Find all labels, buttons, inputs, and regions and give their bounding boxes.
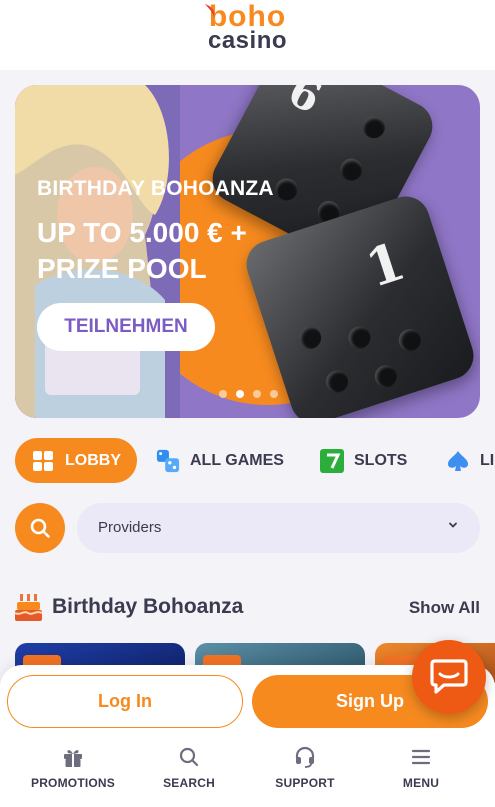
nav-support[interactable]: SUPPORT xyxy=(250,742,360,792)
banner-title: UP TO 5.000 € + PRIZE POOL xyxy=(37,217,247,284)
headset-icon xyxy=(295,746,315,768)
die-bottom-number: 1 xyxy=(358,230,413,301)
promo-banner[interactable]: 6 1 BIRTHDAY BOHOANZA UP TO 5.000 € + PR… xyxy=(15,85,480,418)
chevron-down-icon xyxy=(449,522,457,528)
die-top-number: 6 xyxy=(280,85,330,123)
nav-search[interactable]: SEARCH xyxy=(134,742,244,792)
nav-menu[interactable]: MENU xyxy=(366,742,476,792)
hamburger-icon xyxy=(411,749,431,765)
carousel-dot[interactable] xyxy=(253,390,261,398)
search-icon xyxy=(179,747,199,767)
carousel-dot-active[interactable] xyxy=(236,390,244,398)
tab-live-label: LI xyxy=(480,451,495,469)
section-title: Birthday Bohoanza xyxy=(52,595,244,618)
tab-slots[interactable]: SLOTS xyxy=(320,438,407,483)
login-button[interactable]: Log In xyxy=(7,675,243,728)
tab-lobby[interactable]: LOBBY xyxy=(15,438,137,483)
tab-all-games[interactable]: ALL GAMES xyxy=(156,438,284,483)
header: boho casino xyxy=(0,0,495,70)
logo-bottom-text: casino xyxy=(207,27,288,54)
lobby-grid-icon xyxy=(33,450,53,471)
show-all-link[interactable]: Show All xyxy=(409,598,480,618)
carousel-dots xyxy=(219,390,278,398)
tab-all-games-label: ALL GAMES xyxy=(190,451,284,469)
nav-search-label: SEARCH xyxy=(163,776,215,790)
section-header: Birthday Bohoanza Show All xyxy=(15,590,480,624)
tab-slots-label: SLOTS xyxy=(354,451,408,469)
chat-icon xyxy=(430,659,468,694)
logo[interactable]: boho casino xyxy=(0,2,495,53)
nav-menu-label: MENU xyxy=(402,776,440,790)
flame-icon xyxy=(205,4,215,18)
search-button[interactable] xyxy=(15,503,65,553)
providers-select[interactable]: Providers xyxy=(77,503,480,553)
chat-button[interactable] xyxy=(412,640,486,714)
gift-icon xyxy=(64,750,82,767)
carousel-dot[interactable] xyxy=(219,390,227,398)
tab-live[interactable]: LI xyxy=(446,438,494,483)
cake-icon xyxy=(15,594,42,621)
search-icon xyxy=(30,518,50,538)
dice-icon xyxy=(156,449,180,472)
join-button[interactable]: TEILNEHMEN xyxy=(37,303,215,351)
nav-promotions-label: PROMOTIONS xyxy=(30,776,115,790)
banner-subtitle: BIRTHDAY BOHOANZA xyxy=(37,177,274,200)
category-nav: LOBBY ALL GAMES SLOTS LI xyxy=(15,438,495,483)
spade-icon xyxy=(448,450,468,471)
bottom-nav: PROMOTIONS SEARCH SUPPORT MENU xyxy=(0,742,495,802)
tab-lobby-label: LOBBY xyxy=(65,451,121,469)
nav-promotions[interactable]: PROMOTIONS xyxy=(18,742,128,792)
nav-support-label: SUPPORT xyxy=(275,776,335,790)
seven-icon xyxy=(320,448,344,473)
carousel-dot[interactable] xyxy=(270,390,278,398)
providers-label: Providers xyxy=(98,519,162,536)
